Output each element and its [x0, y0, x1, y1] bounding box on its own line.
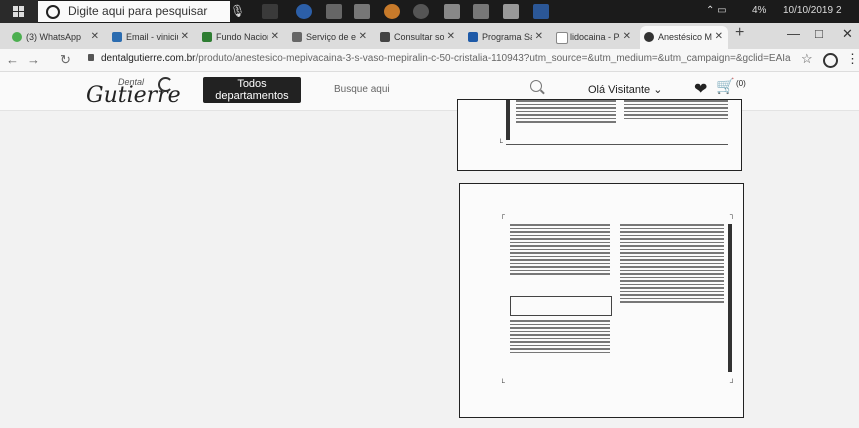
notification-count[interactable]: 2	[836, 5, 842, 16]
maximize-icon[interactable]: □	[815, 26, 823, 41]
document-viewer: └ ┌ ┐ └ ┘	[0, 99, 859, 428]
tab-label: Programa Saú	[482, 32, 532, 42]
search-icon[interactable]	[530, 80, 542, 92]
word-icon[interactable]	[533, 4, 549, 19]
site-icon	[380, 32, 390, 42]
page-text-column	[620, 224, 724, 305]
gutierre-icon	[644, 32, 654, 42]
close-icon[interactable]: ✕	[715, 31, 723, 42]
photos-icon[interactable]	[326, 4, 342, 19]
dosage-table	[510, 296, 612, 316]
task-view-icon[interactable]	[262, 4, 278, 19]
mail-icon[interactable]	[444, 4, 460, 19]
firefox-icon[interactable]	[384, 4, 400, 19]
page-text-column	[624, 100, 728, 121]
lock-icon[interactable]	[88, 54, 94, 61]
wishlist-heart-icon[interactable]: ❤	[694, 79, 707, 99]
tab-label: Serviço de em	[306, 32, 356, 42]
clock[interactable]: 10/10/2019	[783, 5, 833, 16]
tab-label: Email - vinicius	[126, 32, 178, 42]
crop-mark: ┘	[730, 380, 735, 387]
document-page-bottom: ┌ ┐ └ ┘	[459, 183, 744, 418]
page-margin-bar	[728, 224, 732, 372]
new-tab-icon[interactable]: +	[735, 24, 744, 42]
document-page-top: └	[457, 99, 742, 171]
forward-icon[interactable]: →	[27, 52, 40, 67]
close-icon[interactable]: ✕	[91, 31, 99, 42]
site-icon	[468, 32, 478, 42]
taskbar-search-box[interactable]: Digite aqui para pesquisar	[38, 1, 230, 22]
tab-label: Anestésico Mi	[658, 32, 712, 42]
browser-tabstrip: (3) WhatsApp ✕ Email - vinicius ✕ Fundo …	[0, 23, 859, 49]
url-domain: dentalgutierre.com.br	[101, 53, 196, 64]
tab-servico[interactable]: Serviço de em ✕	[288, 26, 372, 49]
crop-mark: ┐	[730, 212, 735, 219]
visitor-greeting[interactable]: Olá Visitante ⌄	[588, 83, 662, 96]
tab-label: Fundo Nacional	[216, 32, 268, 42]
tab-email[interactable]: Email - vinicius ✕	[108, 26, 194, 49]
browser-toolbar: ← → ↻ dentalgutierre.com.br/produto/anes…	[0, 49, 859, 72]
page-dimension-line	[506, 144, 728, 145]
start-button[interactable]	[0, 0, 38, 23]
email-icon	[112, 32, 122, 42]
contacts-icon[interactable]	[473, 4, 489, 19]
edge-icon[interactable]	[296, 4, 312, 19]
calculator-icon[interactable]	[503, 4, 519, 19]
url-path: /produto/anestesico-mepivacaina-3-s-vaso…	[195, 53, 792, 64]
cart-count: (0)	[736, 79, 746, 88]
tab-consultar[interactable]: Consultar sol ✕	[376, 26, 460, 49]
google-icon	[556, 32, 568, 44]
taskbar-search-placeholder: Digite aqui para pesquisar	[68, 4, 208, 18]
tab-anestesico[interactable]: Anestésico Mi ✕	[640, 26, 728, 49]
site-search-input[interactable]	[332, 81, 516, 97]
site-icon	[292, 32, 302, 42]
menu-icon[interactable]: ⋮	[846, 51, 859, 67]
tray-icons: ⌃ ▭	[706, 5, 727, 16]
cortana-icon	[46, 5, 60, 19]
page-text-column	[510, 320, 610, 355]
microphone-icon[interactable]: 🎙	[230, 4, 245, 18]
close-icon[interactable]: ✕	[535, 31, 543, 42]
logo-swirl-icon	[158, 77, 173, 92]
battery-text: 4%	[752, 5, 767, 16]
close-icon[interactable]: ✕	[447, 31, 455, 42]
cart-icon[interactable]: 🛒	[716, 77, 735, 95]
store-icon[interactable]	[354, 4, 370, 19]
page-text-column	[516, 100, 616, 125]
windows-taskbar: Digite aqui para pesquisar 🎙 ⌃ ▭ 4% 10/1…	[0, 0, 859, 23]
site-icon	[202, 32, 212, 42]
gutierre-logo[interactable]: Dental Gutierre	[86, 75, 186, 108]
minimize-icon[interactable]: —	[787, 26, 800, 41]
tab-whatsapp[interactable]: (3) WhatsApp ✕	[8, 26, 104, 49]
close-icon[interactable]: ✕	[181, 31, 189, 42]
whatsapp-icon	[12, 32, 22, 42]
close-icon[interactable]: ✕	[359, 31, 367, 42]
crop-mark: └	[498, 140, 503, 147]
reload-icon[interactable]: ↻	[60, 52, 71, 68]
page-text-column	[510, 224, 610, 277]
departments-button[interactable]: Todos departamentos	[203, 77, 301, 103]
address-bar[interactable]: dentalgutierre.com.br/produto/anestesico…	[101, 53, 791, 64]
windows-icon	[13, 6, 24, 17]
bookmark-star-icon[interactable]: ☆	[801, 51, 813, 67]
tab-fundo-nacional[interactable]: Fundo Nacional ✕	[198, 26, 284, 49]
close-icon[interactable]: ✕	[271, 31, 279, 42]
close-window-icon[interactable]: ✕	[842, 26, 853, 42]
page-margin-bar	[506, 100, 510, 140]
back-icon[interactable]: ←	[6, 52, 19, 67]
tab-label: (3) WhatsApp	[26, 32, 82, 42]
account-icon[interactable]	[823, 53, 838, 68]
tab-programa[interactable]: Programa Saú ✕	[464, 26, 548, 49]
tab-lidocaina[interactable]: lidocaina - Pe ✕	[552, 26, 636, 49]
tab-label: lidocaina - Pe	[570, 32, 620, 42]
chrome-icon[interactable]	[413, 4, 429, 19]
close-icon[interactable]: ✕	[623, 31, 631, 42]
crop-mark: ┌	[500, 212, 505, 219]
tab-label: Consultar sol	[394, 32, 444, 42]
greeting-text: Olá Visitante	[588, 84, 651, 96]
crop-mark: └	[500, 380, 505, 387]
